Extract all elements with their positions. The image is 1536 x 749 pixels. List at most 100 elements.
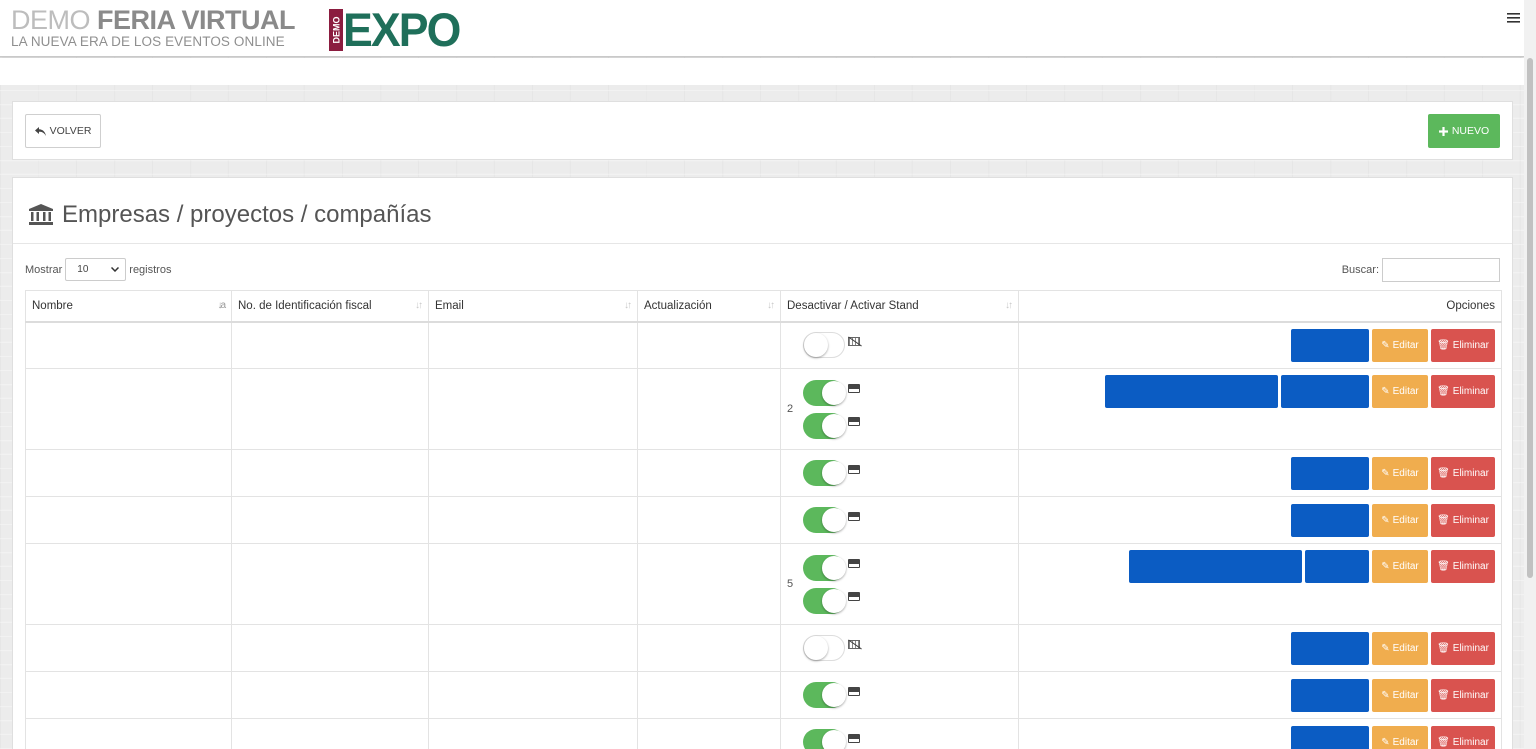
delete-button[interactable]: 🗑 Eliminar: [1431, 631, 1495, 665]
col-header-email[interactable]: Email ↓↑: [428, 290, 638, 323]
edit-button[interactable]: ✎ Editar: [1372, 375, 1428, 408]
table-row: 2 ✎ Editar 🗑 Eliminar: [25, 368, 1502, 450]
action-button[interactable]: [1281, 375, 1369, 408]
stand-toggle[interactable]: [803, 379, 846, 406]
page-length-value: 10: [77, 264, 89, 275]
table-row: ✎ Editar 🗑 Eliminar: [25, 718, 1502, 749]
edit-button[interactable]: ✎ Editar: [1372, 328, 1428, 362]
cell-email: [428, 368, 638, 450]
page-scrollbar[interactable]: [1524, 0, 1536, 749]
delete-button[interactable]: 🗑 Eliminar: [1431, 375, 1495, 408]
action-button[interactable]: [1291, 725, 1369, 749]
cell-tax-id: [231, 449, 429, 497]
cell-stand: [780, 321, 1019, 369]
cell-name: [25, 671, 232, 719]
companies-table: Nombre ↓a No. de Identificación fiscal ↓↑ …: [25, 290, 1502, 749]
pencil-icon: ✎: [1381, 736, 1390, 748]
stand-toggle[interactable]: [803, 587, 846, 614]
pencil-icon: ✎: [1381, 386, 1390, 397]
search-input[interactable]: [1382, 258, 1500, 282]
cell-stand: [780, 496, 1019, 544]
delete-button[interactable]: 🗑 Eliminar: [1431, 678, 1495, 712]
stand-toggle[interactable]: [803, 460, 846, 486]
col-header-name[interactable]: Nombre ↓a: [25, 290, 232, 323]
delete-button[interactable]: 🗑 Eliminar: [1431, 456, 1495, 490]
cell-options: ✎ Editar 🗑 Eliminar: [1018, 496, 1502, 544]
table-row: ✎ Editar 🗑 Eliminar: [25, 449, 1502, 497]
delete-button[interactable]: 🗑 Eliminar: [1431, 725, 1495, 749]
trash-icon: 🗑: [1437, 561, 1450, 572]
cell-updated: [637, 671, 781, 719]
cell-name: [25, 368, 232, 450]
scrollbar-thumb[interactable]: [1527, 58, 1533, 578]
back-button[interactable]: VOLVER: [25, 114, 101, 148]
trash-icon: 🗑: [1437, 642, 1450, 654]
back-label: VOLVER: [49, 125, 92, 137]
new-button[interactable]: NUEVO: [1428, 114, 1500, 148]
stand-toggle[interactable]: [803, 682, 846, 708]
page-length-select[interactable]: 10: [65, 258, 127, 281]
stand-toggle[interactable]: [803, 729, 846, 749]
brand-tagline: LA NUEVA ERA DE LOS EVENTOS ONLINE: [11, 34, 285, 49]
chevron-down-icon: [111, 267, 120, 272]
stand-toggle[interactable]: [803, 507, 846, 533]
delete-button[interactable]: 🗑 Eliminar: [1431, 328, 1495, 362]
action-button[interactable]: [1291, 456, 1369, 490]
col-header-updated[interactable]: Actualización ↓↑: [637, 290, 781, 323]
action-button[interactable]: [1305, 550, 1369, 583]
action-button[interactable]: [1291, 631, 1369, 665]
cell-name: [25, 449, 232, 497]
store-icon: [848, 686, 860, 696]
cell-options: ✎ Editar 🗑 Eliminar: [1018, 368, 1502, 450]
stand-toggle[interactable]: [803, 635, 845, 661]
action-button[interactable]: [1291, 503, 1369, 537]
pencil-icon: ✎: [1381, 339, 1390, 351]
hamburger-icon[interactable]: [1507, 8, 1520, 29]
edit-button[interactable]: ✎ Editar: [1372, 550, 1428, 583]
logo-word: EXPO: [343, 3, 461, 56]
cell-options: ✎ Editar 🗑 Eliminar: [1018, 624, 1502, 672]
pencil-icon: ✎: [1381, 642, 1390, 654]
cell-stand: [780, 718, 1019, 749]
stand-toggle[interactable]: [803, 412, 846, 439]
table-row: ✎ Editar 🗑 Eliminar: [25, 496, 1502, 544]
table-row: ✎ Editar 🗑 Eliminar: [25, 321, 1502, 369]
cell-tax-id: [231, 496, 429, 544]
cell-email: [428, 543, 638, 625]
action-button[interactable]: [1129, 550, 1302, 583]
cell-email: [428, 321, 638, 369]
cell-updated: [637, 496, 781, 544]
page-length-control: Mostrar 10 registros: [25, 258, 171, 281]
cell-email: [428, 624, 638, 672]
action-button[interactable]: [1291, 678, 1369, 712]
action-button[interactable]: [1291, 328, 1369, 362]
page-title-wrap: Empresas / proyectos / compañías: [29, 201, 432, 229]
cell-email: [428, 449, 638, 497]
col-header-stand[interactable]: Desactivar / Activar Stand ↓↑: [780, 290, 1019, 323]
brand[interactable]: DEMO FERIA VIRTUAL LA NUEVA ERA DE LOS E…: [11, 7, 296, 49]
store-icon: [848, 733, 860, 743]
stand-toggle[interactable]: [803, 554, 846, 581]
action-button[interactable]: [1105, 375, 1278, 408]
cell-stand: 5: [780, 543, 1019, 625]
cell-name: [25, 496, 232, 544]
cell-email: [428, 718, 638, 749]
edit-button[interactable]: ✎ Editar: [1372, 503, 1428, 537]
table-row: ✎ Editar 🗑 Eliminar: [25, 671, 1502, 719]
stand-count: 5: [787, 578, 794, 590]
delete-button[interactable]: 🗑 Eliminar: [1431, 503, 1495, 537]
edit-button[interactable]: ✎ Editar: [1372, 456, 1428, 490]
stand-toggle[interactable]: [803, 332, 845, 359]
trash-icon: 🗑: [1437, 339, 1450, 351]
edit-button[interactable]: ✎ Editar: [1372, 725, 1428, 749]
delete-button[interactable]: 🗑 Eliminar: [1431, 550, 1495, 583]
col-header-tax-id[interactable]: No. de Identificación fiscal ↓↑: [231, 290, 429, 323]
sort-icon: ↓↑: [624, 300, 632, 311]
edit-button[interactable]: ✎ Editar: [1372, 678, 1428, 712]
cell-name: [25, 543, 232, 625]
pencil-icon: ✎: [1381, 467, 1390, 479]
expo-logo[interactable]: DEMO EXPO: [329, 3, 466, 56]
cell-updated: [637, 321, 781, 369]
show-prefix: Mostrar: [25, 263, 63, 276]
edit-button[interactable]: ✎ Editar: [1372, 631, 1428, 665]
